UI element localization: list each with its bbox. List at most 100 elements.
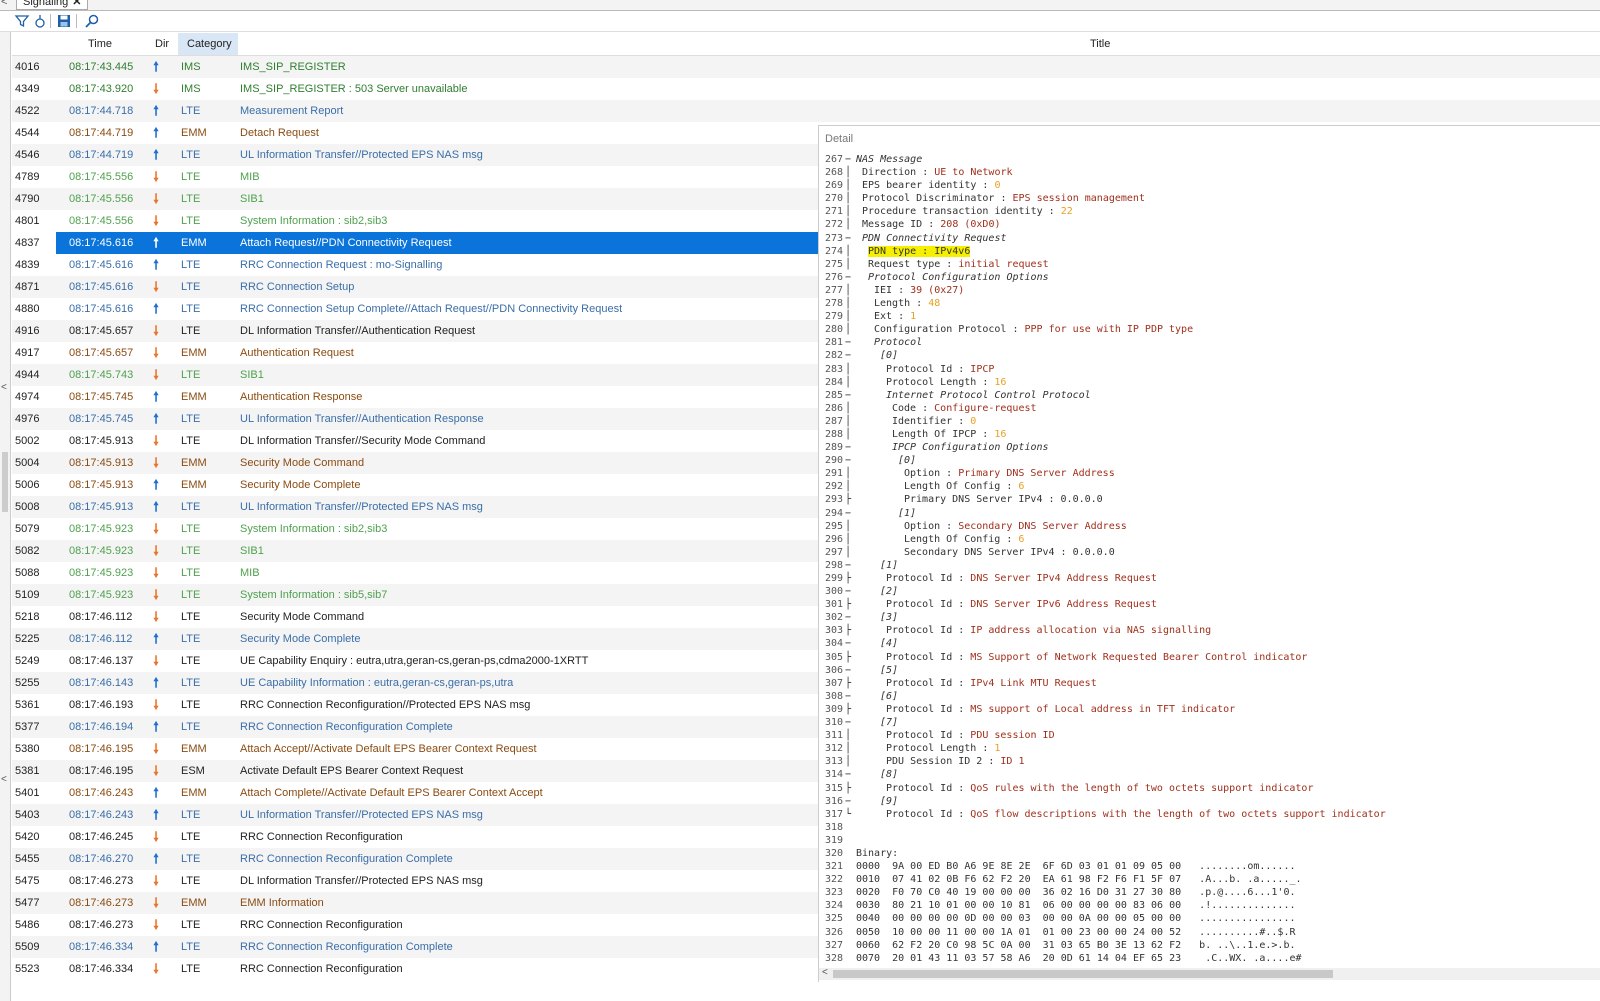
code-line: 289− IPCP Configuration Options	[819, 441, 1600, 454]
line-number: 311	[824, 730, 843, 742]
row-time: 08:17:46.334	[69, 941, 134, 953]
row-title: Detach Request	[240, 127, 319, 139]
row-title: RRC Connection Reconfiguration Complete	[240, 853, 453, 865]
arrow-down-icon: 🠗	[153, 587, 159, 602]
chevron-left-icon[interactable]: <	[822, 967, 828, 978]
fold-marker[interactable]: −	[845, 768, 855, 781]
row-time: 08:17:46.195	[69, 765, 134, 777]
fold-marker[interactable]: −	[845, 153, 855, 166]
fold-marker: │	[845, 193, 852, 205]
row-number: 5509	[15, 941, 40, 953]
row-title: MIB	[240, 171, 260, 183]
code-key: 0000 9A 00 ED B0 A6 9E 8E 2E 6F 6D 03 01…	[856, 861, 1296, 873]
save-icon[interactable]	[56, 13, 72, 29]
row-category: EMM	[181, 479, 207, 491]
fold-marker[interactable]: −	[845, 336, 855, 349]
chevron-left-icon[interactable]: <	[1, 382, 9, 393]
line-number: 294	[824, 507, 843, 519]
fold-marker[interactable]: −	[845, 389, 855, 402]
arrow-down-icon: 🠗	[153, 895, 159, 910]
tab-signaling[interactable]: Signaling ✕	[16, 0, 89, 10]
code-value: DNS Server IPv4 Address Request	[970, 573, 1157, 584]
row-number: 4976	[15, 413, 40, 425]
row-category: LTE	[181, 633, 201, 645]
row-number: 4837	[15, 237, 40, 249]
code-line: 328 0070 20 01 43 11 03 57 58 A6 20 0D 61…	[819, 952, 1600, 965]
line-number: 327	[824, 939, 843, 951]
code-line: 307 ├ Protocol Id : IPv4 Link MTU Request	[819, 677, 1600, 690]
arrow-down-icon: 🠗	[153, 873, 159, 888]
column-header-category[interactable]: Category	[178, 33, 238, 55]
row-title: UL Information Transfer//Authentication …	[240, 413, 484, 425]
fold-marker: │	[845, 743, 852, 755]
line-number: 275	[824, 258, 843, 270]
code-key: 0050 10 00 00 11 00 00 1A 01 01 00 23 00…	[856, 926, 1296, 938]
row-number: 5249	[15, 655, 40, 667]
row-title: UE Capability Information : eutra,geran-…	[240, 677, 514, 689]
fold-marker[interactable]: −	[845, 637, 855, 650]
row-time: 08:17:43.445	[69, 61, 134, 73]
code-number-value: 1	[994, 743, 1001, 755]
table-row[interactable]: 4349 08:17:43.920 🠗 IMS IMS_SIP_REGISTER : 5…	[12, 78, 1600, 100]
horizontal-scrollbar[interactable]: <	[819, 967, 1600, 980]
hook-icon[interactable]	[32, 13, 48, 29]
row-title: UL Information Transfer//Protected EPS N…	[240, 501, 483, 513]
fold-marker[interactable]: −	[845, 585, 855, 598]
detail-code-view[interactable]: 267− NAS Message 268 │ Direction : UE to Net…	[819, 153, 1600, 967]
code-key: Procedure transaction identity :	[862, 206, 1061, 218]
code-key: Request type :	[868, 258, 959, 270]
code-line: 325 0040 00 00 00 00 0D 00 00 03 00 00 0A…	[819, 912, 1600, 925]
fold-marker[interactable]: −	[845, 795, 855, 808]
row-category: LTE	[181, 501, 201, 513]
row-category: LTE	[181, 699, 201, 711]
line-number: 285	[824, 389, 843, 401]
row-time: 08:17:46.112	[69, 611, 133, 623]
row-time: 08:17:45.923	[69, 523, 134, 535]
chevron-left-icon[interactable]: <	[1, 0, 7, 8]
table-row[interactable]: 4522 08:17:44.718 🠕 LTE Measurement Report	[12, 100, 1600, 122]
fold-marker[interactable]: −	[845, 232, 855, 245]
fold-marker[interactable]: −	[845, 611, 855, 624]
fold-marker[interactable]: −	[845, 349, 855, 362]
scrollbar-thumb[interactable]	[833, 970, 1333, 978]
code-line: 293 ├ Primary DNS Server IPv4 : 0.0.0.0	[819, 493, 1600, 506]
arrow-down-icon: 🠗	[153, 741, 159, 756]
filter-icon[interactable]	[14, 13, 30, 29]
table-row[interactable]: 4016 08:17:43.445 🠕 IMS IMS_SIP_REGISTER	[12, 56, 1600, 78]
code-line: 269 │ EPS bearer identity : 0	[819, 179, 1600, 192]
fold-marker[interactable]: −	[845, 559, 855, 572]
column-header-time[interactable]: Time	[88, 33, 112, 55]
row-title: Attach Request//PDN Connectivity Request	[240, 237, 452, 249]
fold-marker[interactable]: −	[845, 664, 855, 677]
row-number: 5455	[15, 853, 40, 865]
line-number: 281	[824, 337, 843, 349]
fold-marker[interactable]: −	[845, 690, 855, 703]
fold-marker: │	[845, 415, 852, 427]
code-line: 287 │ Identifier : 0	[819, 415, 1600, 428]
row-number: 5477	[15, 897, 40, 909]
splitter-grip[interactable]	[2, 452, 8, 512]
fold-marker[interactable]: −	[845, 507, 855, 520]
row-title: Security Mode Command	[240, 611, 365, 623]
row-time: 08:17:46.112	[69, 633, 133, 645]
row-title: UE Capability Enquiry : eutra,utra,geran…	[240, 655, 589, 667]
chevron-left-icon[interactable]: <	[1, 774, 9, 785]
row-title: SIB1	[240, 369, 264, 381]
fold-marker[interactable]: −	[845, 271, 855, 284]
line-number: 298	[824, 559, 843, 571]
row-number: 5218	[15, 611, 40, 623]
close-icon[interactable]: ✕	[72, 0, 81, 8]
fold-marker[interactable]: −	[845, 454, 855, 467]
arrow-down-icon: 🠗	[153, 565, 159, 580]
row-time: 08:17:45.616	[69, 281, 134, 293]
search-icon[interactable]	[84, 13, 100, 29]
code-number-value: 16	[994, 428, 1007, 440]
row-time: 08:17:45.616	[69, 303, 134, 315]
column-header-title[interactable]: Title	[1090, 33, 1110, 55]
fold-marker[interactable]: −	[845, 441, 855, 454]
column-header-dir[interactable]: Dir	[155, 33, 169, 55]
fold-marker[interactable]: −	[845, 716, 855, 729]
code-key: Length Of Config :	[904, 533, 1019, 545]
row-number: 5225	[15, 633, 40, 645]
row-category: LTE	[181, 171, 201, 183]
